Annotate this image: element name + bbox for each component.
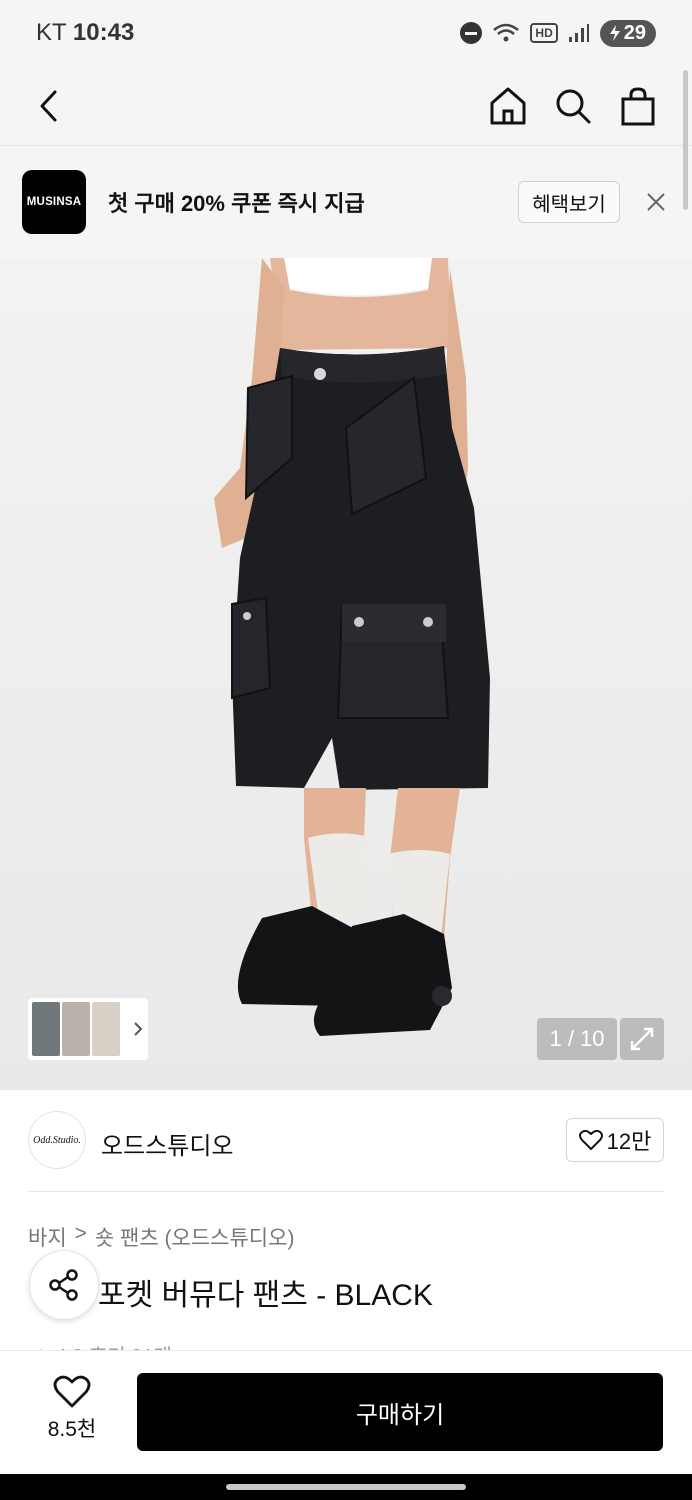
wishlist-button[interactable]: 8.5천 (36, 1375, 108, 1443)
benefit-button[interactable]: 혜택보기 (518, 181, 620, 223)
search-button[interactable] (545, 78, 601, 134)
bottom-action-bar: 8.5천 구매하기 (0, 1350, 692, 1474)
thumbnail-3[interactable] (92, 1002, 120, 1056)
thumbnail-2[interactable] (62, 1002, 90, 1056)
breadcrumb-category[interactable]: 바지 (28, 1222, 67, 1252)
battery-level: 29 (623, 21, 646, 44)
share-button[interactable] (29, 1250, 99, 1320)
status-icons: HD 29 (460, 19, 656, 47)
home-icon (490, 87, 526, 125)
heart-icon (578, 1129, 603, 1150)
dnd-icon (460, 22, 483, 44)
promo-close-button[interactable] (640, 186, 672, 218)
system-nav-bar (0, 1474, 692, 1500)
chevron-right-icon (134, 1022, 143, 1036)
share-icon (49, 1269, 78, 1301)
brand-like-button[interactable]: 12만 (566, 1118, 664, 1162)
promo-text: 첫 구매 20% 쿠폰 즉시 지급 (108, 191, 365, 216)
app-header (0, 66, 692, 146)
breadcrumb-separator: > (74, 1222, 87, 1245)
thumbnail-strip[interactable] (28, 998, 148, 1060)
brand-row[interactable]: Odd.Studio. 오드스튜디오 12만 (28, 1090, 664, 1192)
status-left: KT 10:43 (36, 19, 134, 47)
carrier: KT (36, 19, 67, 46)
expand-button[interactable] (620, 1018, 664, 1060)
breadcrumb: 바지 > 숏 팬츠 (오드스튜디오) (28, 1222, 294, 1252)
close-icon (647, 193, 665, 211)
rating-peek: ★ 4.8 후기 81개 (32, 1338, 232, 1350)
promo-banner[interactable]: MUSINSA 첫 구매 20% 쿠폰 즉시 지급 혜택보기 (0, 146, 692, 258)
scrollbar[interactable] (683, 70, 688, 210)
signal-icon (568, 23, 590, 43)
product-title: 포켓 버뮤다 팬츠 - BLACK (98, 1279, 433, 1312)
heart-icon (53, 1375, 91, 1408)
breadcrumb-subcategory[interactable]: 숏 팬츠 (오드스튜디오) (95, 1222, 295, 1252)
back-icon (40, 90, 57, 122)
status-bar: KT 10:43 HD 29 (0, 0, 692, 66)
buy-button[interactable]: 구매하기 (137, 1373, 663, 1451)
product-image-gallery[interactable]: 1 / 10 (0, 258, 692, 1090)
thumbnail-1[interactable] (32, 1002, 60, 1056)
brand-like-count: 12만 (606, 1129, 652, 1154)
wifi-icon (492, 22, 520, 44)
charging-icon (609, 25, 620, 41)
shopping-bag-icon (621, 87, 655, 126)
product-photo (214, 258, 490, 1036)
image-pager: 1 / 10 (537, 1018, 617, 1060)
clock: 10:43 (72, 19, 135, 46)
home-indicator[interactable] (226, 1484, 466, 1490)
search-icon (556, 89, 591, 124)
back-button[interactable] (22, 78, 78, 134)
hd-icon: HD (530, 23, 558, 43)
cart-button[interactable] (610, 78, 666, 134)
rating-text: ★ 4.8 후기 81개 (32, 1340, 232, 1350)
expand-icon (630, 1027, 654, 1051)
brand-name[interactable]: 오드스튜디오 (101, 1126, 233, 1161)
battery-indicator: 29 (599, 19, 656, 47)
musinsa-logo: MUSINSA (22, 170, 86, 234)
wish-count: 8.5천 (47, 1418, 97, 1441)
home-button[interactable] (480, 78, 536, 134)
brand-logo[interactable]: Odd.Studio. (28, 1111, 86, 1169)
